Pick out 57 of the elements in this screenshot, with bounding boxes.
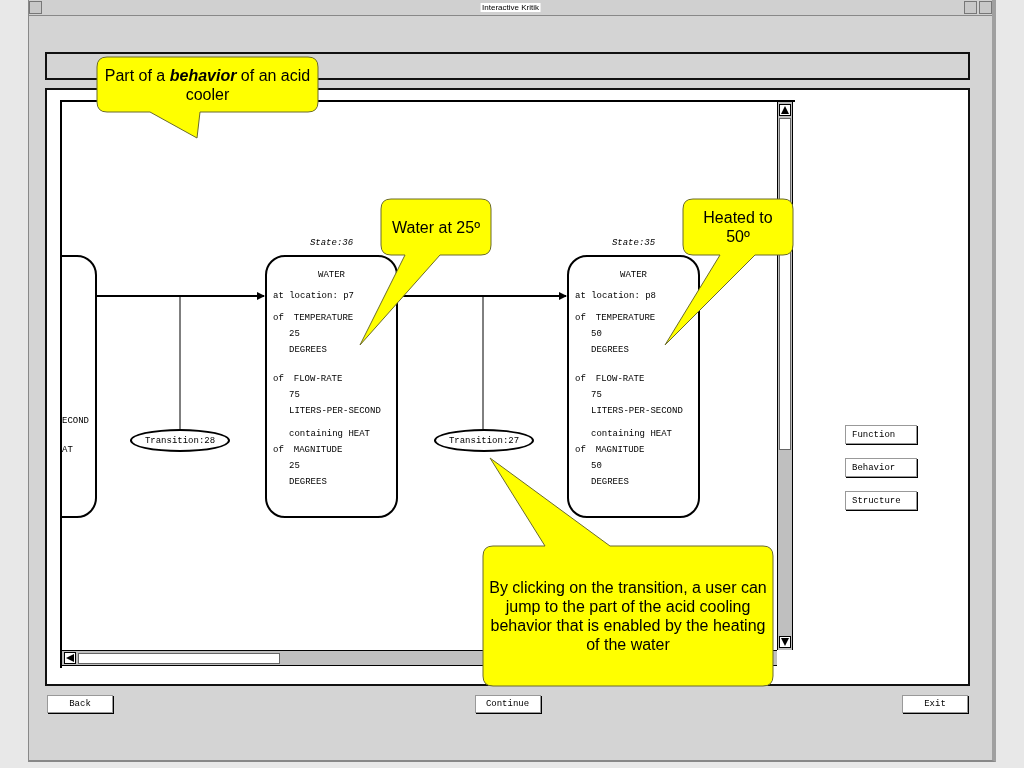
- state-location: at location: p7: [273, 290, 355, 303]
- scroll-thumb[interactable]: [78, 652, 280, 664]
- scroll-left-icon[interactable]: [64, 652, 76, 664]
- callout-text: By clicking on the transition, a user can jump to the part of the acid cooling behavior that is enabled by the heating of the water: [488, 578, 768, 654]
- view-button[interactable]: Structure: [845, 491, 917, 510]
- property-unit: DEGREES: [289, 344, 327, 357]
- view-button[interactable]: Behavior: [845, 458, 917, 477]
- transition-node[interactable]: Transition:27: [434, 429, 534, 452]
- window-menu-button[interactable]: [29, 1, 42, 14]
- callout-text: Water at 25º: [391, 217, 481, 237]
- property-name: FLOW-RATE: [293, 373, 343, 386]
- state-node[interactable]: WATER at location: p8 of TEMPERATURE 50 DEGREES of FLOW-RATE 75 LITERS-PER-SECOND containing HEAT of MAGNITUDE 50 DEGREES: [567, 255, 700, 518]
- state-text: ECOND: [62, 416, 89, 426]
- nav-button[interactable]: Exit: [902, 695, 968, 713]
- property-name: MAGNITUDE: [293, 444, 343, 457]
- state-container: containing HEAT: [591, 426, 672, 442]
- transition-node[interactable]: Transition:28: [130, 429, 230, 452]
- property-unit: LITERS-PER-SECOND: [591, 405, 683, 418]
- state-text: AT: [62, 445, 73, 455]
- window-title: Interactive Kritik: [480, 3, 541, 12]
- state-location: at location: p8: [575, 290, 657, 303]
- property-name: TEMPERATURE: [293, 312, 354, 325]
- state-prefix: of: [273, 373, 284, 386]
- state-prefix: of: [575, 373, 586, 386]
- state-prefix: of: [575, 444, 586, 457]
- state-prefix: of: [575, 312, 586, 325]
- nav-button[interactable]: Continue: [474, 695, 541, 713]
- property-value: 50: [591, 328, 602, 341]
- scroll-down-icon[interactable]: [779, 636, 791, 648]
- state-container: containing HEAT: [289, 426, 370, 442]
- nav-button[interactable]: Back: [47, 695, 113, 713]
- vertical-scrollbar[interactable]: [777, 102, 793, 650]
- maximize-button[interactable]: [979, 1, 992, 14]
- property-unit: DEGREES: [591, 476, 629, 489]
- property-value: 25: [289, 328, 300, 341]
- state-prefix: of: [273, 312, 284, 325]
- state-label: State:35: [610, 238, 657, 248]
- state-label: State:36: [308, 238, 355, 248]
- property-value: 25: [289, 460, 300, 473]
- view-button[interactable]: Function: [845, 425, 917, 444]
- minimize-button[interactable]: [964, 1, 977, 14]
- callout-text: Part of a behavior of an acid cooler: [103, 65, 312, 104]
- callout-text: Heated to 50º: [702, 208, 774, 246]
- property-name: MAGNITUDE: [595, 444, 645, 457]
- state-object: WATER: [620, 269, 647, 282]
- property-value: 75: [289, 389, 300, 402]
- property-value: 75: [591, 389, 602, 402]
- state-node[interactable]: WATER at location: p7 of TEMPERATURE 25 DEGREES of FLOW-RATE 75 LITERS-PER-SECOND containing HEAT of MAGNITUDE 25 DEGREES: [265, 255, 398, 518]
- state-object: WATER: [318, 269, 345, 282]
- scroll-up-icon[interactable]: [779, 104, 791, 116]
- property-value: 50: [591, 460, 602, 473]
- property-name: TEMPERATURE: [595, 312, 656, 325]
- property-unit: DEGREES: [289, 476, 327, 489]
- state-prefix: of: [273, 444, 284, 457]
- property-name: FLOW-RATE: [595, 373, 645, 386]
- property-unit: DEGREES: [591, 344, 629, 357]
- property-unit: LITERS-PER-SECOND: [289, 405, 381, 418]
